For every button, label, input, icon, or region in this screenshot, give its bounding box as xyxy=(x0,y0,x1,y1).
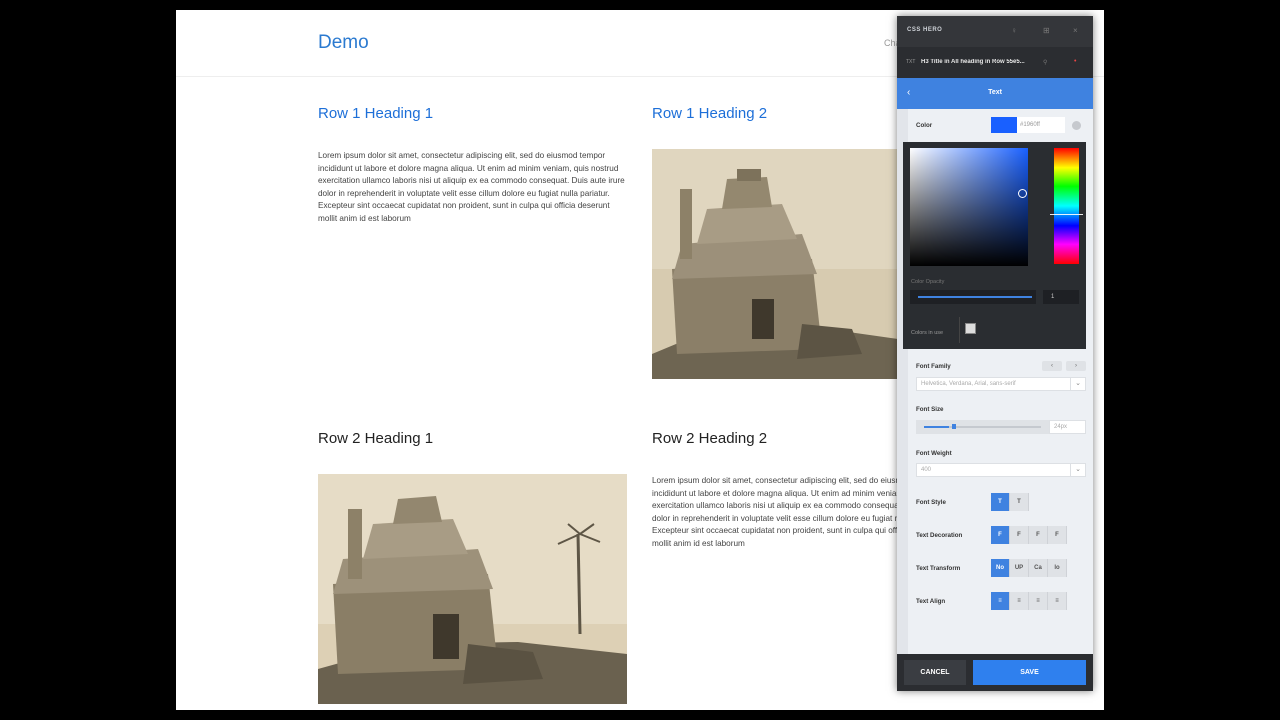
font-weight-select[interactable]: 400 ⌄ xyxy=(916,463,1086,477)
font-size-label: Font Size xyxy=(916,406,944,413)
save-button[interactable]: SAVE xyxy=(973,660,1086,685)
decoration-none[interactable]: F xyxy=(991,526,1010,544)
opacity-fill xyxy=(918,296,1032,298)
site-title[interactable]: Demo xyxy=(318,32,369,54)
section-header: ‹ Text xyxy=(897,78,1093,109)
decoration-line-through[interactable]: F xyxy=(1029,526,1048,544)
section-title: Text xyxy=(988,89,1002,96)
font-size-handle[interactable] xyxy=(952,424,956,429)
font-style-group: T T xyxy=(991,493,1029,511)
row1-heading1[interactable]: Row 1 Heading 1 xyxy=(318,105,433,122)
font-size-track xyxy=(949,426,1041,428)
transform-lowercase[interactable]: lo xyxy=(1048,559,1067,577)
clear-color-icon[interactable] xyxy=(1072,121,1081,130)
selected-element[interactable]: H3 Title in All heading in Row 55e5... xyxy=(921,59,1059,65)
decoration-underline[interactable]: F xyxy=(1010,526,1029,544)
transform-uppercase[interactable]: UP xyxy=(1010,559,1029,577)
font-weight-value: 400 xyxy=(921,467,932,473)
align-center-icon[interactable]: ≡ xyxy=(1010,592,1029,610)
temple-illustration xyxy=(652,149,898,379)
lock-icon[interactable]: ⚲ xyxy=(1043,59,1047,66)
color-in-use-swatch[interactable] xyxy=(965,323,976,334)
row1-heading2[interactable]: Row 1 Heading 2 xyxy=(652,105,767,122)
css-hero-panel: CSS HERO ♀ ⊞ × TXT H3 Title in All headi… xyxy=(897,16,1093,691)
history-icon[interactable]: ⊞ xyxy=(1043,26,1050,35)
text-decoration-group: F F F F xyxy=(991,526,1067,544)
font-style-label: Font Style xyxy=(916,499,946,506)
bulb-icon[interactable]: ♀ xyxy=(1011,26,1017,35)
text-transform-group: No UP Ca lo xyxy=(991,559,1067,577)
row2-heading2[interactable]: Row 2 Heading 2 xyxy=(652,430,767,447)
text-align-group: ≡ ≡ ≡ ≡ xyxy=(991,592,1067,610)
transform-capitalize[interactable]: Ca xyxy=(1029,559,1048,577)
picker-divider xyxy=(959,317,960,343)
text-align-label: Text Align xyxy=(916,598,946,605)
brand-logo: CSS HERO xyxy=(907,27,943,33)
font-style-normal[interactable]: T xyxy=(991,493,1010,511)
font-prev-button[interactable]: ‹ xyxy=(1042,361,1062,371)
row2-heading1[interactable]: Row 2 Heading 1 xyxy=(318,430,433,447)
chevron-down-icon: ⌄ xyxy=(1070,378,1085,390)
font-family-value: Helvetica, Verdana, Arial, sans-serif xyxy=(921,381,1016,387)
panel-footer: CANCEL SAVE xyxy=(897,654,1093,691)
saturation-field[interactable] xyxy=(910,148,1028,266)
font-style-italic[interactable]: T xyxy=(1010,493,1029,511)
font-family-select[interactable]: Helvetica, Verdana, Arial, sans-serif ⌄ xyxy=(916,377,1086,391)
transform-none[interactable]: No xyxy=(991,559,1010,577)
decoration-overline[interactable]: F xyxy=(1048,526,1067,544)
hue-handle[interactable] xyxy=(1050,214,1083,215)
font-family-label: Font Family xyxy=(916,363,951,370)
color-hex-input[interactable]: #1960ff xyxy=(1017,117,1065,133)
temple-illustration-large xyxy=(318,474,627,704)
selection-bar: TXT H3 Title in All heading in Row 55e5.… xyxy=(897,47,1093,78)
saturation-handle[interactable] xyxy=(1018,189,1027,198)
cancel-button[interactable]: CANCEL xyxy=(904,660,966,685)
chevron-down-icon: ⌄ xyxy=(1070,464,1085,476)
color-picker: Color Opacity 1 Colors in use xyxy=(903,142,1086,349)
colors-in-use-label: Colors in use xyxy=(911,330,944,336)
align-right-icon[interactable]: ≡ xyxy=(1029,592,1048,610)
close-icon[interactable]: × xyxy=(1073,26,1078,35)
font-size-input[interactable]: 24px xyxy=(1049,420,1086,434)
text-transform-label: Text Transform xyxy=(916,565,961,572)
remove-icon[interactable]: • xyxy=(1074,58,1076,65)
font-size-fill xyxy=(924,426,949,428)
hue-slider[interactable] xyxy=(1054,148,1079,264)
color-swatch[interactable] xyxy=(991,117,1017,133)
element-tag-icon: TXT xyxy=(906,59,916,65)
font-next-button[interactable]: › xyxy=(1066,361,1086,371)
font-size-slider[interactable] xyxy=(916,420,1049,434)
align-left-icon[interactable]: ≡ xyxy=(991,592,1010,610)
opacity-input[interactable]: 1 xyxy=(1043,290,1079,304)
text-decoration-label: Text Decoration xyxy=(916,532,963,539)
row1-text: Lorem ipsum dolor sit amet, consectetur … xyxy=(318,151,625,223)
color-label: Color xyxy=(916,122,933,129)
panel-topbar: CSS HERO ♀ ⊞ × xyxy=(897,16,1093,47)
align-justify-icon[interactable]: ≡ xyxy=(1048,592,1067,610)
opacity-slider[interactable] xyxy=(910,290,1036,304)
opacity-label: Color Opacity xyxy=(911,279,945,285)
font-weight-label: Font Weight xyxy=(916,450,952,457)
